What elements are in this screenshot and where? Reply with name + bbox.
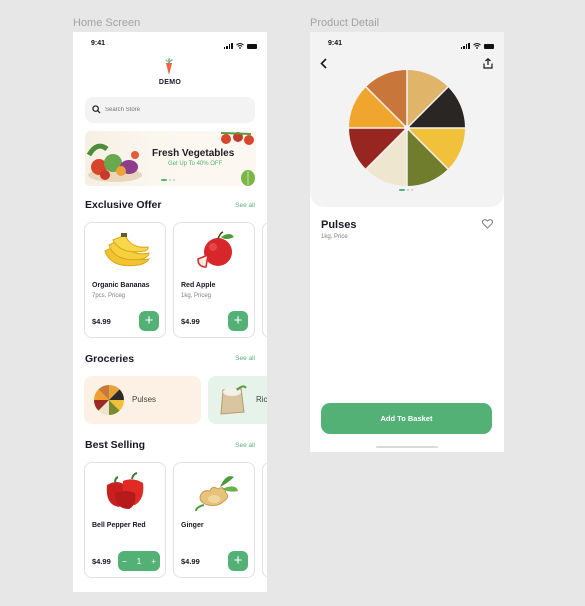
apple-icon: [197, 231, 234, 268]
cellular-signal-icon: [223, 42, 233, 49]
category-label: Ric: [256, 395, 267, 404]
home-frame-label: Home Screen: [73, 17, 141, 29]
product-card-partial[interactable]: [262, 462, 267, 578]
product-hero-image-area: 9:41: [310, 32, 504, 207]
product-detail-screen: 9:41 Pulses 1kg, Price Add To Basket: [310, 32, 504, 452]
share-icon[interactable]: [483, 58, 493, 69]
groceries-see-all-link[interactable]: See all: [235, 355, 255, 362]
battery-icon: [484, 44, 494, 49]
add-to-cart-button[interactable]: +: [139, 311, 159, 331]
category-card-rice[interactable]: Ric: [208, 376, 267, 424]
product-price: $4.99: [92, 317, 111, 326]
bell-pepper-icon: [106, 472, 144, 509]
image-pagination: [399, 189, 413, 191]
increment-button[interactable]: +: [151, 557, 156, 566]
add-to-basket-button[interactable]: Add To Basket: [321, 403, 492, 434]
product-card[interactable]: Ginger $4.99 +: [173, 462, 255, 578]
product-card[interactable]: Organic Bananas 7pcs, Priceg $4.99 +: [84, 222, 166, 338]
banner-pagination: [161, 179, 175, 181]
wifi-icon: [236, 43, 244, 49]
favorite-heart-icon[interactable]: [482, 219, 493, 229]
product-card[interactable]: Bell Pepper Red $4.99 − 1 +: [84, 462, 166, 578]
product-name: Red Apple: [181, 282, 216, 289]
category-card-pulses[interactable]: Pulses: [84, 376, 201, 424]
exclusive-offer-title: Exclusive Offer: [85, 199, 162, 211]
product-name: Organic Bananas: [92, 282, 150, 289]
banner-dot-active[interactable]: [161, 179, 167, 181]
brand-name: DEMO: [158, 79, 182, 86]
home-screen: 9:41 DEMO Search Store Fresh Vegetables …: [73, 32, 267, 592]
home-indicator: [376, 446, 438, 448]
banner-dot[interactable]: [169, 179, 171, 181]
product-meta: 1kg, Priceg: [181, 293, 212, 299]
detail-frame-label: Product Detail: [310, 17, 380, 29]
vegetables-basket-image: [86, 143, 142, 182]
search-icon: [92, 105, 101, 114]
banana-icon: [104, 233, 150, 267]
search-input[interactable]: [105, 104, 245, 116]
exclusive-see-all-link[interactable]: See all: [235, 202, 255, 209]
decrement-button[interactable]: −: [122, 557, 127, 566]
carrot-logo-icon: [165, 58, 173, 75]
quantity-stepper[interactable]: − 1 +: [118, 551, 160, 571]
add-to-cart-button[interactable]: +: [228, 551, 248, 571]
cellular-signal-icon: [460, 42, 470, 49]
product-card-partial[interactable]: [262, 222, 267, 338]
product-meta: 7pcs, Priceg: [92, 293, 126, 299]
banner-subtitle: Get Up To 40% OFF: [168, 161, 223, 167]
search-bar[interactable]: [85, 97, 255, 123]
status-bar: 9:41: [310, 40, 504, 50]
product-card[interactable]: Red Apple 1kg, Priceg $4.99 +: [173, 222, 255, 338]
battery-icon: [247, 44, 257, 49]
back-arrow-icon[interactable]: [320, 58, 328, 69]
status-time: 9:41: [91, 40, 106, 47]
status-time: 9:41: [328, 40, 343, 47]
add-to-cart-button[interactable]: +: [228, 311, 248, 331]
product-name: Ginger: [181, 522, 204, 529]
image-dot[interactable]: [407, 189, 409, 191]
banner-dot[interactable]: [173, 179, 175, 181]
ginger-icon: [195, 476, 238, 511]
image-dot-active[interactable]: [399, 189, 405, 191]
pulses-product-image: [349, 70, 465, 186]
promo-banner[interactable]: Fresh Vegetables Get Up To 40% OFF: [85, 131, 256, 186]
product-name: Bell Pepper Red: [92, 522, 146, 529]
rice-icon: [220, 385, 247, 415]
status-bar: 9:41: [73, 40, 267, 50]
product-price: $4.99: [92, 557, 111, 566]
product-price: $4.99: [181, 317, 200, 326]
wifi-icon: [473, 43, 481, 49]
category-label: Pulses: [132, 395, 157, 404]
quantity-value: 1: [136, 556, 142, 566]
product-title: Pulses: [321, 219, 357, 231]
lettuce-image: [241, 170, 255, 186]
image-dot[interactable]: [411, 189, 413, 191]
product-price: $4.99: [181, 557, 200, 566]
pulses-icon: [94, 385, 124, 415]
banner-title: Fresh Vegetables: [152, 148, 235, 159]
best-selling-title: Best Selling: [85, 439, 146, 451]
groceries-title: Groceries: [85, 353, 135, 365]
best-selling-see-all-link[interactable]: See all: [235, 442, 255, 449]
product-meta: 1kg, Price: [321, 234, 348, 240]
